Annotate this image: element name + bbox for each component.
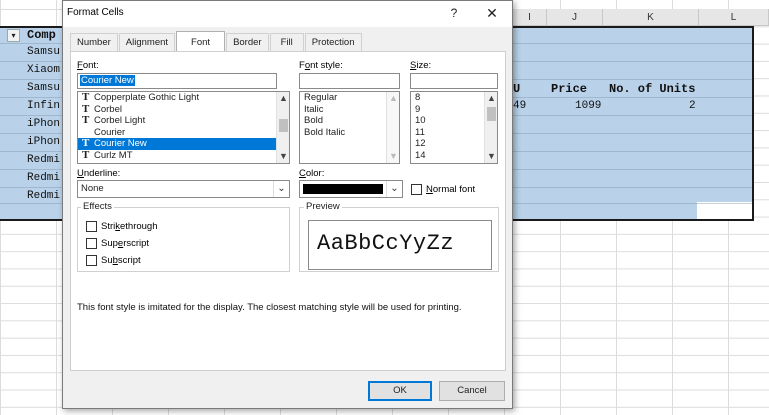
effects-title: Effects [81, 201, 114, 212]
font-style-label: Font style: [299, 60, 343, 71]
font-style-item-italic[interactable]: Italic [300, 104, 399, 116]
cell-row[interactable]: Samsu [27, 46, 60, 58]
cell-header-price[interactable]: Price [551, 82, 587, 96]
tab-fill[interactable]: Fill [269, 33, 304, 51]
underline-select[interactable]: None ⌄ [77, 180, 290, 198]
font-style-item-bold-italic[interactable]: Bold Italic [300, 127, 399, 139]
chevron-down-icon[interactable]: ⌄ [386, 181, 402, 197]
cell-value-units[interactable]: 2 [689, 100, 696, 112]
scroll-down-icon[interactable]: ▼ [277, 150, 289, 163]
close-icon[interactable]: ✕ [481, 4, 503, 24]
preview-title: Preview [304, 201, 342, 212]
cell-row[interactable]: Samsu [27, 82, 60, 94]
filter-dropdown-icon[interactable]: ▾ [7, 29, 20, 42]
normal-font-label: Normal font [426, 184, 476, 195]
truetype-icon: T [82, 137, 90, 149]
font-label: Font: [77, 60, 99, 71]
help-icon[interactable]: ? [444, 4, 464, 24]
underline-value: None [81, 183, 104, 194]
font-list-item-selected[interactable]: T Courier New [78, 138, 289, 150]
font-name-input[interactable]: Courier New [77, 73, 277, 89]
size-label: Size: [410, 60, 432, 71]
ok-button[interactable]: OK [368, 381, 432, 401]
scroll-thumb[interactable] [487, 107, 496, 121]
font-style-item-regular[interactable]: Regular [300, 92, 399, 104]
tab-protection[interactable]: Protection [304, 33, 362, 51]
superscript-checkbox[interactable] [86, 238, 97, 249]
tab-border[interactable]: Border [226, 33, 269, 51]
column-header-i[interactable]: I [513, 9, 547, 26]
column-header-j[interactable]: J [547, 9, 603, 26]
cell-header-partial[interactable]: U [513, 82, 520, 96]
cell-row[interactable]: Redmi [27, 172, 60, 184]
dialog-titlebar[interactable]: Format Cells ? ✕ [63, 1, 512, 27]
font-style-list[interactable]: Regular Italic Bold Bold Italic ▲ ▼ [299, 91, 400, 164]
subscript-checkbox[interactable] [86, 255, 97, 266]
font-list[interactable]: T Copperplate Gothic Light T Corbel T Corbe… [77, 91, 290, 164]
scroll-thumb[interactable] [279, 119, 288, 132]
font-tab-panel: Font: Courier New T Copperplate Gothic Li… [70, 51, 506, 371]
dialog-title: Format Cells [67, 7, 124, 18]
format-cells-dialog: Format Cells ? ✕ Number Alignment Font B… [62, 0, 513, 409]
subscript-label: Subscript [101, 255, 141, 266]
scroll-down-icon[interactable]: ▼ [485, 150, 497, 163]
cell-header-units[interactable]: No. of Units [609, 82, 695, 96]
font-list-item[interactable]: Courier [78, 127, 289, 139]
font-list-items: T Copperplate Gothic Light T Corbel T Corbe… [78, 92, 289, 161]
tab-strip: Number Alignment Font Border Fill Protec… [70, 31, 363, 52]
font-list-item[interactable]: T Copperplate Gothic Light [78, 92, 289, 104]
column-header-k[interactable]: K [603, 9, 699, 26]
truetype-icon: T [82, 114, 90, 126]
size-list[interactable]: 8 9 10 11 12 14 ▲ ▼ [410, 91, 498, 164]
color-swatch [303, 184, 383, 194]
cell-row[interactable]: Redmi [27, 190, 60, 202]
font-style-scrollbar[interactable]: ▲ ▼ [386, 92, 399, 163]
font-name-value: Courier New [80, 75, 135, 86]
strikethrough-checkbox[interactable] [86, 221, 97, 232]
cell-row[interactable]: iPhon [27, 136, 60, 148]
tab-number[interactable]: Number [70, 33, 118, 51]
scroll-down-icon[interactable]: ▼ [387, 150, 399, 163]
font-list-item[interactable]: T Corbel Light [78, 115, 289, 127]
superscript-label: Superscript [101, 238, 150, 249]
cell-header-company[interactable]: Comp [27, 28, 56, 42]
truetype-icon: T [82, 102, 90, 115]
tab-font[interactable]: Font [176, 31, 226, 51]
cell-value-price[interactable]: 1099 [575, 100, 601, 112]
truetype-icon: T [82, 91, 90, 103]
color-select[interactable]: ⌄ [299, 180, 403, 198]
cell-value-partial[interactable]: 49 [513, 100, 526, 112]
font-style-input[interactable] [299, 73, 400, 89]
scroll-up-icon[interactable]: ▲ [277, 92, 289, 105]
chevron-down-icon[interactable]: ⌄ [273, 181, 289, 197]
font-list-scrollbar[interactable]: ▲ ▼ [276, 92, 289, 163]
font-list-item[interactable]: T Curlz MT [78, 148, 289, 162]
tab-alignment[interactable]: Alignment [118, 33, 176, 51]
cancel-button[interactable]: Cancel [439, 381, 505, 401]
font-style-item-bold[interactable]: Bold [300, 115, 399, 127]
cell-row[interactable]: Xiaom [27, 64, 60, 76]
font-list-item[interactable]: T Corbel [78, 102, 289, 116]
size-input[interactable] [410, 73, 498, 89]
size-list-scrollbar[interactable]: ▲ ▼ [484, 92, 497, 163]
font-preview-text: AaBbCcYyZz [317, 231, 455, 256]
cell-row[interactable]: Infin [27, 100, 60, 112]
strikethrough-label: Strikethrough [101, 221, 158, 232]
underline-label: Underline: [77, 168, 121, 179]
truetype-icon: T [82, 148, 90, 161]
scroll-up-icon[interactable]: ▲ [485, 92, 497, 105]
normal-font-checkbox[interactable] [411, 184, 422, 195]
scroll-up-icon[interactable]: ▲ [387, 92, 399, 105]
column-header-l[interactable]: L [699, 9, 769, 26]
color-label: Color: [299, 168, 325, 179]
cell-row[interactable]: Redmi [27, 154, 60, 166]
font-note-text: This font style is imitated for the disp… [77, 302, 462, 313]
cell-row[interactable]: iPhon [27, 118, 60, 130]
font-preview-box: AaBbCcYyZz [308, 220, 492, 270]
